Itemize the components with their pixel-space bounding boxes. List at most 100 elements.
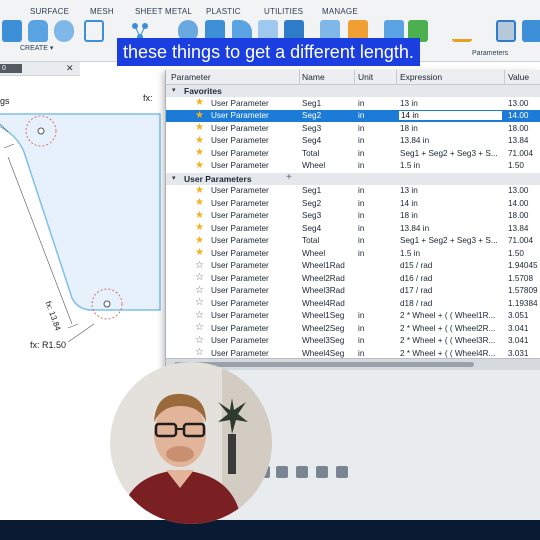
column-unit[interactable]: Unit bbox=[358, 72, 373, 82]
expression-cell: Seg1 + Seg2 + Seg3 + S... bbox=[400, 236, 498, 245]
expression-input[interactable]: 14 in bbox=[398, 110, 503, 121]
column-parameter[interactable]: Parameter bbox=[171, 72, 211, 82]
expression-cell: d18 / rad bbox=[400, 298, 433, 308]
grid-settings-icon[interactable] bbox=[316, 466, 328, 478]
unfavorited-star-icon[interactable]: ☆ bbox=[195, 347, 204, 359]
unfavorited-star-icon[interactable]: ☆ bbox=[195, 335, 204, 347]
table-row[interactable]: ☆ User Parameter Wheel3Rad d17 / rad 1.57809 bbox=[166, 285, 540, 298]
favorite-star-icon[interactable]: ★ bbox=[195, 147, 204, 159]
table-row[interactable]: ★ User Parameter Wheel in 1.5 in 1.50 bbox=[166, 247, 540, 260]
favorite-star-icon[interactable]: ★ bbox=[195, 222, 204, 234]
table-row[interactable]: ★ User Parameter Seg1 in 13 in 13.00 bbox=[166, 185, 540, 198]
tab-utilities[interactable]: UTILITIES bbox=[264, 7, 303, 16]
name-cell: Wheel bbox=[302, 161, 326, 170]
expression-cell: 14 in bbox=[400, 198, 418, 208]
expression-cell: 18 in bbox=[400, 123, 418, 133]
favorite-star-icon[interactable]: ★ bbox=[195, 110, 204, 122]
chevron-down-icon[interactable]: ▾ bbox=[172, 174, 176, 182]
tab-surface[interactable]: SURFACE bbox=[30, 7, 69, 16]
table-row[interactable]: ★ User Parameter Total in Seg1 + Seg2 + Seg3… bbox=[166, 235, 540, 248]
parameter-cell: User Parameter bbox=[211, 348, 269, 358]
display-settings-icon[interactable] bbox=[296, 466, 308, 478]
expression-cell: 2 * Wheel + ( ( Wheel1R... bbox=[400, 311, 496, 320]
favorite-star-icon[interactable]: ★ bbox=[195, 160, 204, 172]
favorite-star-icon[interactable]: ★ bbox=[195, 197, 204, 209]
taskbar bbox=[0, 520, 540, 540]
table-header: Parameter Name Unit Expression Value bbox=[166, 70, 540, 85]
user-parameters-section[interactable]: ▾ User Parameters + bbox=[166, 172, 540, 185]
unit-cell: in bbox=[358, 236, 365, 245]
parameter-cell: User Parameter bbox=[211, 136, 269, 145]
sketch-grid-icon[interactable] bbox=[84, 20, 104, 42]
value-cell: 13.84 bbox=[508, 223, 529, 233]
name-cell: Seg4 bbox=[302, 223, 322, 233]
name-cell: Wheel3Rad bbox=[302, 286, 345, 295]
unfavorited-star-icon[interactable]: ☆ bbox=[195, 285, 204, 297]
tab-plastic[interactable]: PLASTIC bbox=[206, 7, 241, 16]
table-row[interactable]: ★ User Parameter Seg3 in 18 in 18.00 bbox=[166, 210, 540, 223]
parameter-cell: User Parameter bbox=[211, 186, 269, 195]
zoom-icon[interactable] bbox=[276, 466, 288, 478]
name-cell: Seg2 bbox=[302, 111, 322, 120]
table-row[interactable]: ★ User Parameter Seg1 in 13 in 13.00 bbox=[166, 97, 540, 110]
table-row[interactable]: ☆ User Parameter Wheel4Rad d18 / rad 1.19384 bbox=[166, 297, 540, 310]
table-row[interactable]: ☆ User Parameter Wheel4Seg in 2 * Wheel + ( … bbox=[166, 347, 540, 360]
table-row[interactable]: ★ User Parameter Seg3 in 18 in 18.00 bbox=[166, 122, 540, 135]
unit-cell: in bbox=[358, 186, 365, 195]
table-row[interactable]: ☆ User Parameter Wheel2Rad d16 / rad 1.5708 bbox=[166, 272, 540, 285]
presenter-webcam bbox=[110, 362, 272, 524]
favorites-section[interactable]: ▾ Favorites bbox=[166, 85, 540, 97]
expression-cell: d16 / rad bbox=[400, 273, 433, 283]
value-cell: 18.00 bbox=[508, 123, 529, 133]
unit-cell: in bbox=[358, 148, 365, 158]
sketch-profile bbox=[0, 113, 161, 343]
parameter-cell: User Parameter bbox=[211, 211, 269, 220]
viewports-icon[interactable] bbox=[336, 466, 348, 478]
favorite-star-icon[interactable]: ★ bbox=[195, 185, 204, 197]
revolve-tool-icon[interactable] bbox=[54, 20, 74, 42]
favorite-star-icon[interactable]: ★ bbox=[195, 135, 204, 147]
column-name[interactable]: Name bbox=[302, 72, 325, 82]
parameter-cell: User Parameter bbox=[211, 223, 269, 233]
table-row[interactable]: ☆ User Parameter Wheel3Seg in 2 * Wheel + ( … bbox=[166, 335, 540, 348]
favorite-star-icon[interactable]: ★ bbox=[195, 235, 204, 247]
table-row[interactable]: ☆ User Parameter Wheel1Seg in 2 * Wheel + ( … bbox=[166, 310, 540, 323]
table-row[interactable]: ★ User Parameter Total in Seg1 + Seg2 + Seg3… bbox=[166, 147, 540, 160]
column-value[interactable]: Value bbox=[508, 72, 529, 82]
unfavorited-star-icon[interactable]: ☆ bbox=[195, 322, 204, 334]
table-row[interactable]: ★ User Parameter Seg4 in 13.84 in 13.84 bbox=[166, 222, 540, 235]
table-row[interactable]: ★ User Parameter Seg2 in 14 in 14.00 bbox=[166, 109, 540, 122]
unfavorited-star-icon[interactable]: ☆ bbox=[195, 310, 204, 322]
tab-sheet-metal[interactable]: SHEET METAL bbox=[135, 7, 192, 16]
app-window: SURFACE MESH SHEET METAL PLASTIC UTILITI… bbox=[0, 0, 540, 540]
unfavorited-star-icon[interactable]: ☆ bbox=[195, 260, 204, 272]
chevron-down-icon[interactable]: ▾ bbox=[172, 86, 176, 94]
table-row[interactable]: ★ User Parameter Wheel in 1.5 in 1.50 bbox=[166, 160, 540, 173]
image-tool-icon[interactable] bbox=[496, 20, 516, 42]
table-row[interactable]: ☆ User Parameter Wheel2Seg in 2 * Wheel + ( … bbox=[166, 322, 540, 335]
favorite-star-icon[interactable]: ★ bbox=[195, 122, 204, 134]
parameter-cell: User Parameter bbox=[211, 261, 269, 270]
parameter-cell: User Parameter bbox=[211, 286, 269, 295]
unfavorited-star-icon[interactable]: ☆ bbox=[195, 297, 204, 309]
tab-manage[interactable]: MANAGE bbox=[322, 7, 358, 16]
measure-tool-icon[interactable] bbox=[452, 20, 472, 42]
name-cell: Wheel1Seg bbox=[302, 311, 345, 320]
add-parameter-icon[interactable]: + bbox=[286, 172, 292, 183]
unfavorited-star-icon[interactable]: ☆ bbox=[195, 272, 204, 284]
column-expression[interactable]: Expression bbox=[400, 72, 442, 82]
extrude-tool-icon[interactable] bbox=[28, 20, 48, 42]
tab-mesh[interactable]: MESH bbox=[90, 7, 114, 16]
favorite-star-icon[interactable]: ★ bbox=[195, 247, 204, 259]
table-row[interactable]: ☆ User Parameter Wheel1Rad d15 / rad 1.94045 bbox=[166, 260, 540, 273]
create-menu[interactable]: CREATE ▾ bbox=[20, 44, 53, 52]
add-in-tool-icon[interactable] bbox=[522, 20, 540, 42]
dimension-fx-top[interactable]: fx: bbox=[143, 93, 153, 103]
favorite-star-icon[interactable]: ★ bbox=[195, 210, 204, 222]
table-row[interactable]: ★ User Parameter Seg2 in 14 in 14.00 bbox=[166, 197, 540, 210]
table-row[interactable]: ★ User Parameter Seg4 in 13.84 in 13.84 bbox=[166, 135, 540, 148]
box-tool-icon[interactable] bbox=[2, 20, 22, 42]
favorite-star-icon[interactable]: ★ bbox=[195, 97, 204, 109]
dimension-fx-radius[interactable]: fx: R1.50 bbox=[30, 340, 66, 350]
name-cell: Seg3 bbox=[302, 211, 322, 220]
